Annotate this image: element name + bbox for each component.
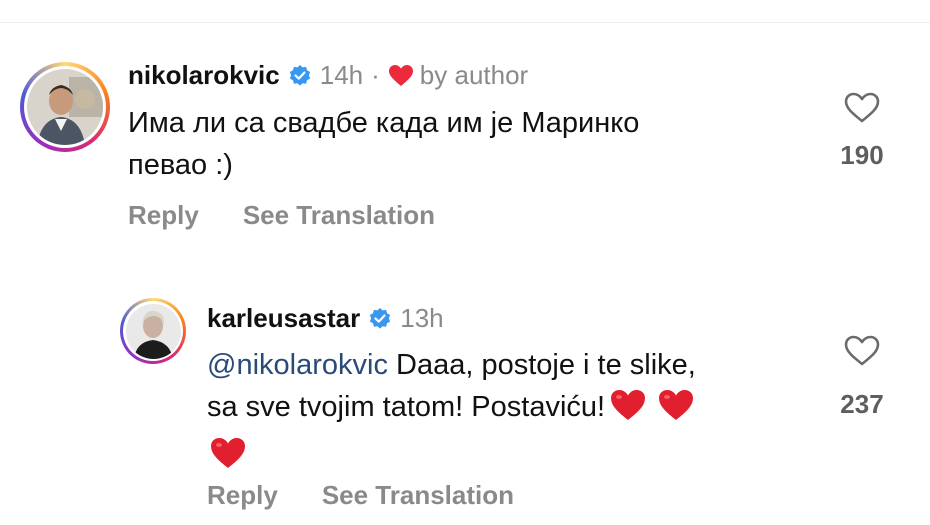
avatar-nikolarokvic[interactable] xyxy=(20,62,110,152)
like-heart-outline-icon[interactable] xyxy=(832,335,892,371)
comment-actions: Reply See Translation xyxy=(207,480,514,511)
heart-filled-icon xyxy=(388,64,414,88)
comment-text-line: Има ли са свадбе када им је Маринко xyxy=(128,107,640,139)
see-translation-button[interactable]: See Translation xyxy=(322,480,514,511)
reply-button[interactable]: Reply xyxy=(128,200,199,231)
comment-header: nikolarokvic 14h · by author xyxy=(128,60,528,91)
mention-link[interactable]: @nikolarokvic xyxy=(207,349,388,381)
comment-text-line xyxy=(207,434,696,476)
comment-text-segment: sa sve tvojim tatom! Postaviću! xyxy=(207,391,606,423)
top-divider xyxy=(0,0,930,23)
liked-by-author: by author xyxy=(419,60,529,90)
like-heart-outline-icon[interactable] xyxy=(832,92,892,128)
comment-text-line: sa sve tvojim tatom! Postaviću! xyxy=(207,386,696,434)
comment-text-line: @nikolarokvic Daaa, postoje i te slike, xyxy=(207,344,696,386)
username[interactable]: nikolarokvic xyxy=(128,60,280,91)
red-heart-emoji-icon xyxy=(609,388,647,434)
comment-actions: Reply See Translation xyxy=(128,200,435,231)
like-group: 190 xyxy=(832,92,892,171)
comment-text: @nikolarokvic Daaa, postoje i te slike, … xyxy=(207,344,696,476)
see-translation-button[interactable]: See Translation xyxy=(243,200,435,231)
comment-header: karleusastar 13h xyxy=(207,303,444,334)
avatar-karleusastar[interactable] xyxy=(120,298,186,364)
comment-text-segment: Daaa, postoje i te slike, xyxy=(387,349,696,381)
comment-time: 14h xyxy=(319,60,364,90)
like-count: 190 xyxy=(840,140,884,170)
username[interactable]: karleusastar xyxy=(207,303,360,334)
reply-button[interactable]: Reply xyxy=(207,480,278,511)
like-count: 237 xyxy=(840,389,884,419)
comment-text-line: певао :) xyxy=(128,149,233,181)
comment-text: Има ли са свадбе када им је Маринко пева… xyxy=(128,102,639,186)
verified-badge-icon xyxy=(368,307,392,331)
red-heart-emoji-icon xyxy=(209,436,247,482)
like-group: 237 xyxy=(832,335,892,420)
red-heart-emoji-icon xyxy=(657,388,695,434)
separator-dot: · xyxy=(371,60,380,90)
comment-time: 13h xyxy=(400,303,444,333)
verified-badge-icon xyxy=(288,64,312,88)
